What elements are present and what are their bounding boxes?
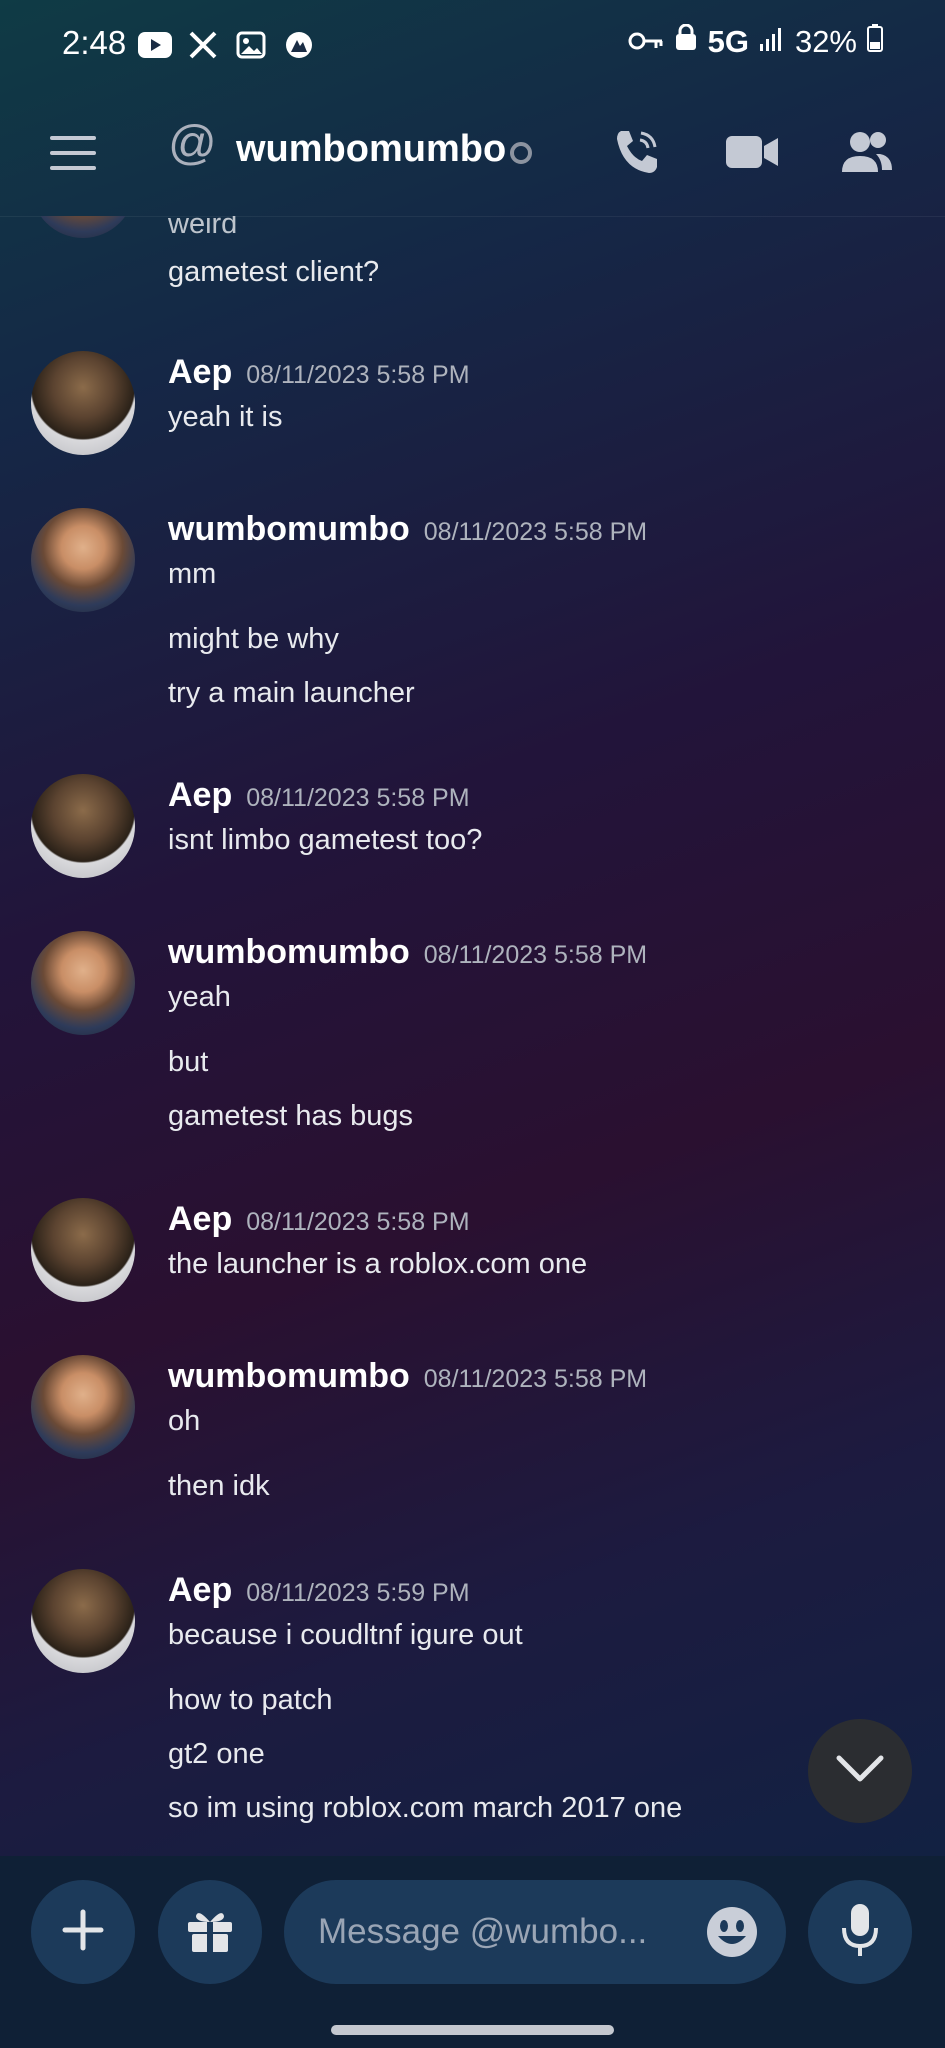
network-type: 5G — [707, 24, 749, 59]
message-timestamp: 08/11/2023 5:58 PM — [246, 1208, 470, 1236]
author-name[interactable]: Aep — [168, 353, 232, 391]
presence-status-icon — [510, 142, 532, 164]
youtube-icon — [138, 28, 172, 62]
avatar[interactable] — [31, 508, 135, 612]
message-line: gt2 one — [168, 1738, 265, 1770]
message-author[interactable]: Aep 08/11/2023 5:58 PM — [168, 353, 470, 392]
message-author[interactable]: Aep 08/11/2023 5:58 PM — [168, 776, 470, 815]
author-name[interactable]: wumbomumbo — [168, 933, 410, 971]
message-line: weird — [168, 216, 238, 240]
call-icon[interactable] — [604, 120, 668, 184]
message-line: mm — [168, 558, 217, 590]
message-timestamp: 08/11/2023 5:58 PM — [423, 518, 648, 546]
message-line: isnt limbo gametest too? — [168, 824, 483, 856]
x-icon — [186, 28, 220, 62]
avatar[interactable] — [31, 1355, 135, 1459]
message-line: might be why — [168, 623, 339, 655]
gift-button[interactable] — [158, 1880, 262, 1984]
message-line: gametest has bugs — [168, 1100, 414, 1132]
members-icon[interactable] — [834, 120, 898, 184]
hamburger-icon[interactable] — [46, 126, 102, 182]
avatar[interactable] — [31, 1569, 135, 1673]
jump-to-bottom-button[interactable] — [808, 1719, 912, 1823]
message-line: try a main launcher — [168, 677, 415, 709]
vpn-lock-icon — [674, 23, 698, 60]
message-timestamp: 08/11/2023 5:58 PM — [423, 941, 648, 969]
message-author[interactable]: wumbomumbo 08/11/2023 5:58 PM — [168, 933, 647, 972]
dm-header: @ wumbomumbo — [0, 92, 945, 217]
avatar[interactable] — [31, 351, 135, 455]
gallery-icon — [234, 28, 268, 62]
plus-icon — [61, 1908, 105, 1957]
message-line: then idk — [168, 1470, 270, 1502]
signal-icon — [759, 24, 785, 60]
chevron-down-icon — [835, 1754, 885, 1789]
message-author[interactable]: wumbomumbo 08/11/2023 5:58 PM — [168, 510, 647, 549]
message-author[interactable]: Aep 08/11/2023 5:59 PM — [168, 1571, 470, 1610]
author-name[interactable]: Aep — [168, 1571, 232, 1609]
voice-message-button[interactable] — [808, 1880, 912, 1984]
author-name[interactable]: Aep — [168, 1200, 232, 1238]
gift-icon — [184, 1904, 236, 1961]
channel-name[interactable]: wumbomumbo — [236, 128, 506, 171]
key-icon — [628, 24, 664, 60]
message-composer — [0, 1856, 945, 2048]
message-line: yeah — [168, 981, 231, 1013]
avatar[interactable] — [31, 1198, 135, 1302]
emoji-icon[interactable] — [706, 1906, 758, 1958]
message-timestamp: 08/11/2023 5:58 PM — [246, 361, 470, 389]
message-line: yeah it is — [168, 401, 283, 433]
message-author[interactable]: wumbomumbo 08/11/2023 5:58 PM — [168, 1357, 647, 1396]
status-bar: 2:48 5G 32% — [0, 0, 945, 92]
video-icon[interactable] — [720, 120, 784, 184]
author-name[interactable]: Aep — [168, 776, 232, 814]
message-line: but — [168, 1046, 209, 1078]
battery-level: 32% — [794, 24, 857, 59]
avatar[interactable] — [31, 216, 135, 238]
message-line: how to patch — [168, 1684, 333, 1716]
message-line: oh — [168, 1405, 201, 1437]
author-name[interactable]: wumbomumbo — [168, 510, 410, 548]
battery-icon — [867, 24, 883, 60]
message-line: the launcher is a roblox.com one — [168, 1248, 588, 1280]
at-icon: @ — [168, 117, 217, 170]
status-time: 2:48 — [62, 24, 127, 61]
avatar[interactable] — [31, 931, 135, 1035]
message-timestamp: 08/11/2023 5:58 PM — [246, 784, 470, 812]
message-timestamp: 08/11/2023 5:59 PM — [246, 1579, 470, 1607]
message-line: because i coudltnf igure out — [168, 1619, 523, 1651]
message-line: so im using roblox.com march 2017 one — [168, 1792, 683, 1824]
mic-icon — [840, 1902, 880, 1963]
author-name[interactable]: wumbomumbo — [168, 1357, 410, 1395]
vpn-icon — [282, 28, 316, 62]
message-author[interactable]: Aep 08/11/2023 5:58 PM — [168, 1200, 470, 1239]
avatar[interactable] — [31, 774, 135, 878]
home-indicator[interactable] — [331, 2025, 614, 2035]
add-attachment-button[interactable] — [31, 1880, 135, 1984]
message-line: gametest client? — [168, 256, 380, 288]
message-list[interactable]: weird gametest client? Aep 08/11/2023 5:5… — [0, 216, 945, 1854]
message-timestamp: 08/11/2023 5:58 PM — [423, 1365, 648, 1393]
